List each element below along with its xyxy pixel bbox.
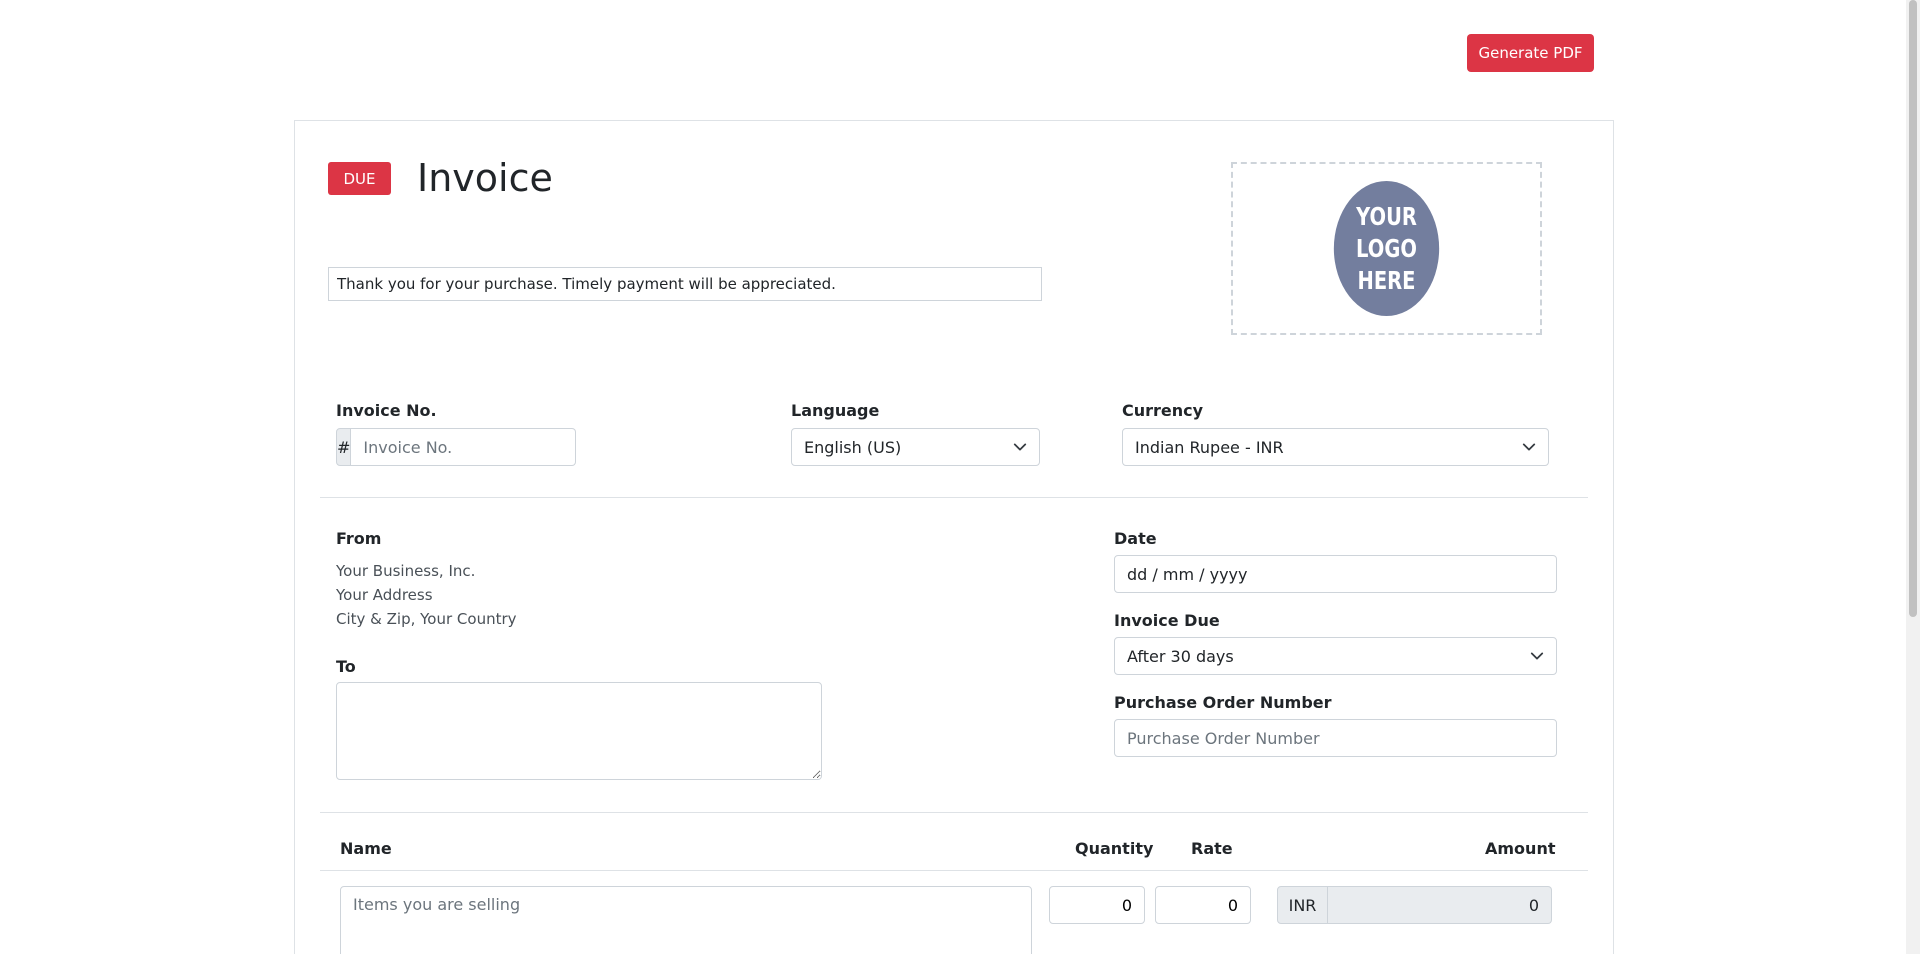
logo-text-line: YOUR: [1356, 201, 1417, 231]
date-label: Date: [1114, 529, 1157, 548]
section-divider: [320, 812, 1588, 813]
currency-label: Currency: [1122, 401, 1204, 420]
logo-placeholder: YOUR LOGO HERE: [1333, 181, 1440, 316]
chevron-down-icon: [1522, 443, 1536, 451]
invoice-due-label: Invoice Due: [1114, 611, 1220, 630]
language-select[interactable]: English (US): [791, 428, 1040, 466]
language-label: Language: [791, 401, 880, 420]
section-divider: [320, 497, 1588, 498]
currency-selected: Indian Rupee - INR: [1135, 437, 1284, 457]
page-scrollbar[interactable]: [1906, 0, 1920, 954]
column-header-name: Name: [340, 839, 392, 858]
chevron-down-icon: [1013, 443, 1027, 451]
chevron-down-icon: [1530, 652, 1544, 660]
amount-currency-prefix: INR: [1277, 886, 1328, 924]
from-line: Your Address: [336, 586, 433, 604]
from-address: Your Business, Inc. Your Address City & …: [336, 559, 517, 631]
item-quantity-input[interactable]: [1049, 886, 1145, 924]
invoice-card: DUE Invoice YOUR LOGO HERE Invoice No. #…: [294, 120, 1614, 954]
to-label: To: [336, 657, 356, 676]
from-label: From: [336, 529, 382, 548]
invoice-no-input[interactable]: [351, 428, 577, 466]
po-number-label: Purchase Order Number: [1114, 693, 1332, 712]
date-placeholder: dd / mm / yyyy: [1127, 564, 1248, 584]
logo-upload-area[interactable]: YOUR LOGO HERE: [1231, 162, 1542, 335]
from-line: City & Zip, Your Country: [336, 610, 517, 628]
from-line: Your Business, Inc.: [336, 562, 476, 580]
logo-text-line: HERE: [1357, 265, 1416, 295]
column-header-rate: Rate: [1191, 839, 1233, 858]
generate-pdf-button[interactable]: Generate PDF: [1467, 34, 1594, 72]
invoice-due-selected: After 30 days: [1127, 646, 1234, 666]
invoice-no-group: #: [336, 428, 577, 466]
date-input[interactable]: dd / mm / yyyy: [1114, 555, 1557, 593]
language-selected: English (US): [804, 437, 902, 457]
logo-text-line: LOGO: [1356, 233, 1417, 263]
scrollbar-thumb[interactable]: [1909, 0, 1917, 617]
item-amount-group: INR 0: [1277, 886, 1552, 924]
column-header-quantity: Quantity: [1075, 839, 1154, 858]
invoice-no-label: Invoice No.: [336, 401, 437, 420]
hash-prefix: #: [336, 428, 352, 466]
to-textarea[interactable]: [336, 682, 822, 780]
item-rate-input[interactable]: [1155, 886, 1251, 924]
invoice-due-select[interactable]: After 30 days: [1114, 637, 1557, 675]
po-number-input[interactable]: [1114, 719, 1557, 757]
page-title: Invoice: [417, 156, 553, 200]
invoice-note-input[interactable]: [328, 267, 1042, 301]
item-amount-value: 0: [1328, 886, 1552, 924]
currency-select[interactable]: Indian Rupee - INR: [1122, 428, 1549, 466]
item-name-textarea[interactable]: [340, 886, 1032, 954]
table-header-divider: [320, 870, 1588, 871]
column-header-amount: Amount: [1485, 839, 1556, 858]
status-badge: DUE: [328, 162, 391, 195]
